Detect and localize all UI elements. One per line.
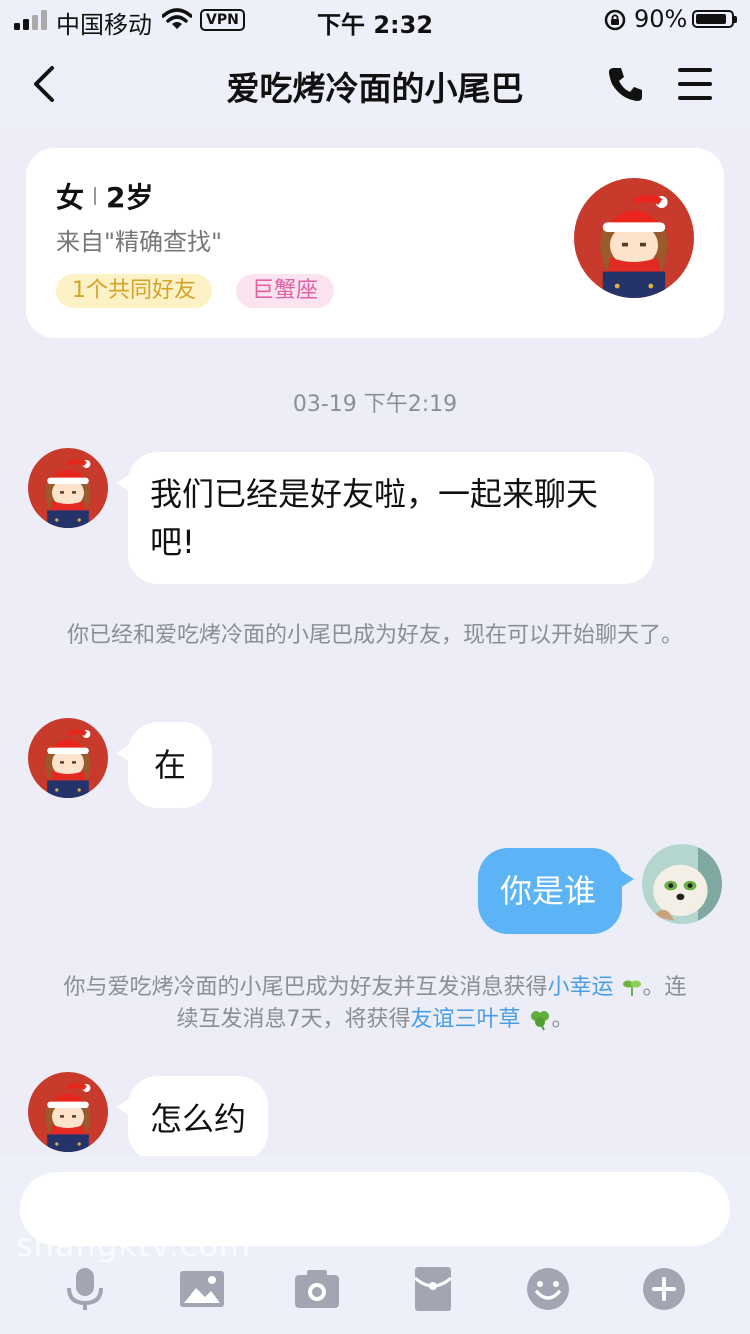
contact-avatar[interactable] [28, 448, 108, 528]
message-text: 你是谁 [500, 872, 597, 910]
status-bar: 中国移动 VPN 下午 2:32 90% [0, 0, 750, 40]
message-bubble-in[interactable]: 在 [115, 722, 213, 808]
watermark: shangktv.com [16, 1226, 252, 1264]
mic-icon[interactable] [62, 1266, 108, 1312]
chat-timestamp: 03-19 下午2:19 [292, 392, 458, 417]
age: 2岁 [106, 181, 154, 214]
friend-system-note: 你已经和爱吃烤冷面的小尾巴成为好友，现在可以开始聊天了。 [66, 623, 683, 648]
camera-icon[interactable] [294, 1266, 340, 1312]
lucky-link[interactable]: 小幸运 [547, 975, 613, 1000]
red-packet-icon[interactable] [410, 1266, 456, 1312]
clover-icon [530, 1011, 549, 1031]
battery-icon [692, 10, 737, 28]
phone-icon[interactable] [606, 64, 646, 104]
gender: 女 [56, 181, 85, 214]
lucky-system-note: 你与爱吃烤冷面的小尾巴成为好友并互发消息获得小幸运 。连续互发消息7天，将获得友… [60, 972, 690, 1036]
clover-link[interactable]: 友谊三叶草 [410, 1007, 520, 1032]
message-text: 怎么约 [150, 1100, 247, 1138]
rotation-lock-icon [604, 9, 626, 31]
menu-icon[interactable] [676, 66, 714, 102]
emoji-icon[interactable] [525, 1266, 571, 1312]
lucky-note-prefix: 你与爱吃烤冷面的小尾巴成为好友并互发消息获得 [63, 975, 548, 1000]
image-icon[interactable] [179, 1266, 225, 1312]
message-text: 在 [154, 746, 187, 784]
message-bubble-in[interactable]: 怎么约 [115, 1076, 269, 1162]
message-bubble-out[interactable]: 你是谁 [478, 848, 634, 934]
battery-percent: 90% [634, 5, 688, 33]
nav-bar: 爱吃烤冷面的小尾巴 [0, 40, 750, 128]
my-avatar[interactable] [642, 844, 722, 924]
contact-avatar[interactable] [28, 718, 108, 798]
input-area: shangktv.com [0, 1156, 750, 1334]
message-text: 我们已经是好友啦，一起来聊天吧! [150, 475, 599, 561]
zodiac-tag: 巨蟹座 [236, 274, 335, 308]
contact-avatar[interactable] [28, 1072, 108, 1152]
lucky-note-end: 。 [551, 1007, 574, 1032]
profile-card[interactable]: 女 2岁 来自"精确查找" 1个共同好友 巨蟹座 [26, 148, 724, 338]
divider [94, 187, 97, 205]
sprout-icon [622, 980, 641, 996]
profile-avatar[interactable] [574, 178, 694, 298]
mutual-friends-tag[interactable]: 1个共同好友 [56, 274, 212, 308]
message-bubble-in[interactable]: 我们已经是好友啦，一起来聊天吧! [116, 452, 654, 584]
gender-age: 女 2岁 [56, 176, 154, 216]
friend-source: 来自"精确查找" [56, 228, 223, 256]
plus-icon[interactable] [641, 1266, 687, 1312]
